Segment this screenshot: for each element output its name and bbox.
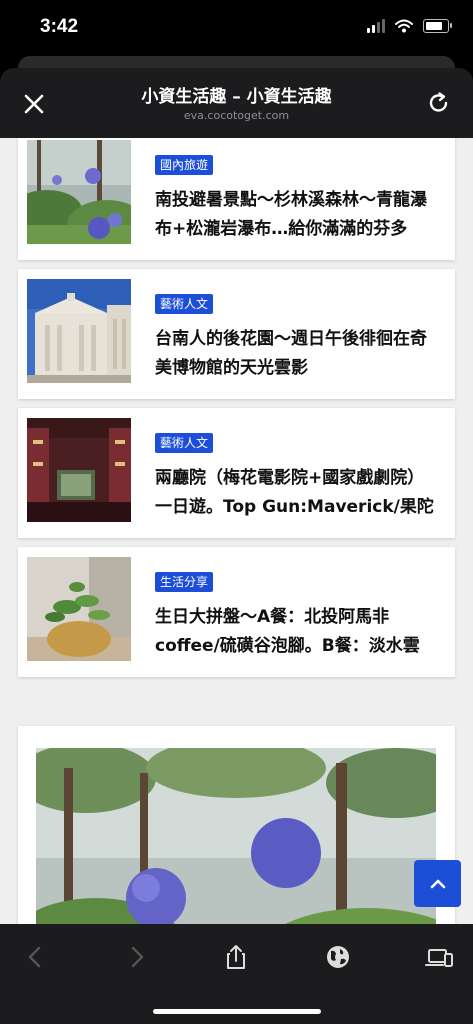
category-tag[interactable]: 生活分享	[155, 572, 214, 592]
category-tag[interactable]: 藝術人文	[155, 433, 214, 453]
article-card[interactable]: 國內旅遊 南投避暑景點～杉林溪森林～青龍瀑布+松瀧岩瀑布…給你滿滿的芬多	[18, 138, 455, 260]
article-card[interactable]: 藝術人文 兩廳院（梅花電影院+國家戲劇院）一日遊。Top Gun:Maveric…	[18, 408, 455, 538]
article-title[interactable]: 台南人的後花園～週日午後徘徊在奇美博物館的天光雲影	[155, 325, 439, 385]
battery-icon	[423, 19, 452, 33]
reload-icon[interactable]	[425, 89, 453, 117]
article-card[interactable]: 生活分享 生日大拼盤～A餐：北投阿馬非coffee/硫磺谷泡腳。B餐：淡水雲	[18, 547, 455, 677]
cellular-signal-icon	[367, 19, 385, 33]
featured-post-card[interactable]	[18, 726, 455, 924]
browser-header: 小資生活趣 – 小資生活趣 eva.cocotoget.com	[0, 68, 473, 138]
forward-arrow-icon[interactable]	[122, 942, 152, 972]
article-title[interactable]: 兩廳院（梅花電影院+國家戲劇院）一日遊。Top Gun:Maverick/果陀	[155, 464, 439, 524]
status-bar: 3:42	[0, 0, 473, 62]
article-card[interactable]: 藝術人文 台南人的後花園～週日午後徘徊在奇美博物館的天光雲影	[18, 269, 455, 399]
article-thumbnail[interactable]	[27, 418, 131, 522]
back-arrow-icon[interactable]	[20, 942, 50, 972]
chevron-up-icon	[430, 879, 445, 888]
status-time: 3:42	[40, 16, 79, 37]
category-tag[interactable]: 國內旅遊	[155, 155, 214, 175]
devices-icon[interactable]	[424, 942, 454, 972]
wifi-icon	[395, 19, 413, 33]
home-indicator	[153, 1009, 321, 1014]
back-to-top-button[interactable]	[414, 860, 461, 907]
featured-image[interactable]	[36, 748, 436, 924]
globe-icon[interactable]	[323, 942, 353, 972]
page-title: 小資生活趣 – 小資生活趣	[141, 87, 332, 107]
article-thumbnail[interactable]	[27, 140, 131, 244]
article-title[interactable]: 南投避暑景點～杉林溪森林～青龍瀑布+松瀧岩瀑布…給你滿滿的芬多	[155, 186, 439, 246]
share-icon[interactable]	[221, 942, 251, 972]
article-title[interactable]: 生日大拼盤～A餐：北投阿馬非coffee/硫磺谷泡腳。B餐：淡水雲	[155, 603, 439, 663]
page-url: eva.cocotoget.com	[183, 109, 290, 122]
category-tag[interactable]: 藝術人文	[155, 294, 214, 314]
article-thumbnail[interactable]	[27, 279, 131, 383]
browser-toolbar	[0, 924, 473, 1024]
article-thumbnail[interactable]	[27, 557, 131, 661]
web-content[interactable]: 國內旅遊 南投避暑景點～杉林溪森林～青龍瀑布+松瀧岩瀑布…給你滿滿的芬多 藝術人…	[0, 138, 473, 924]
status-icons	[367, 19, 452, 33]
